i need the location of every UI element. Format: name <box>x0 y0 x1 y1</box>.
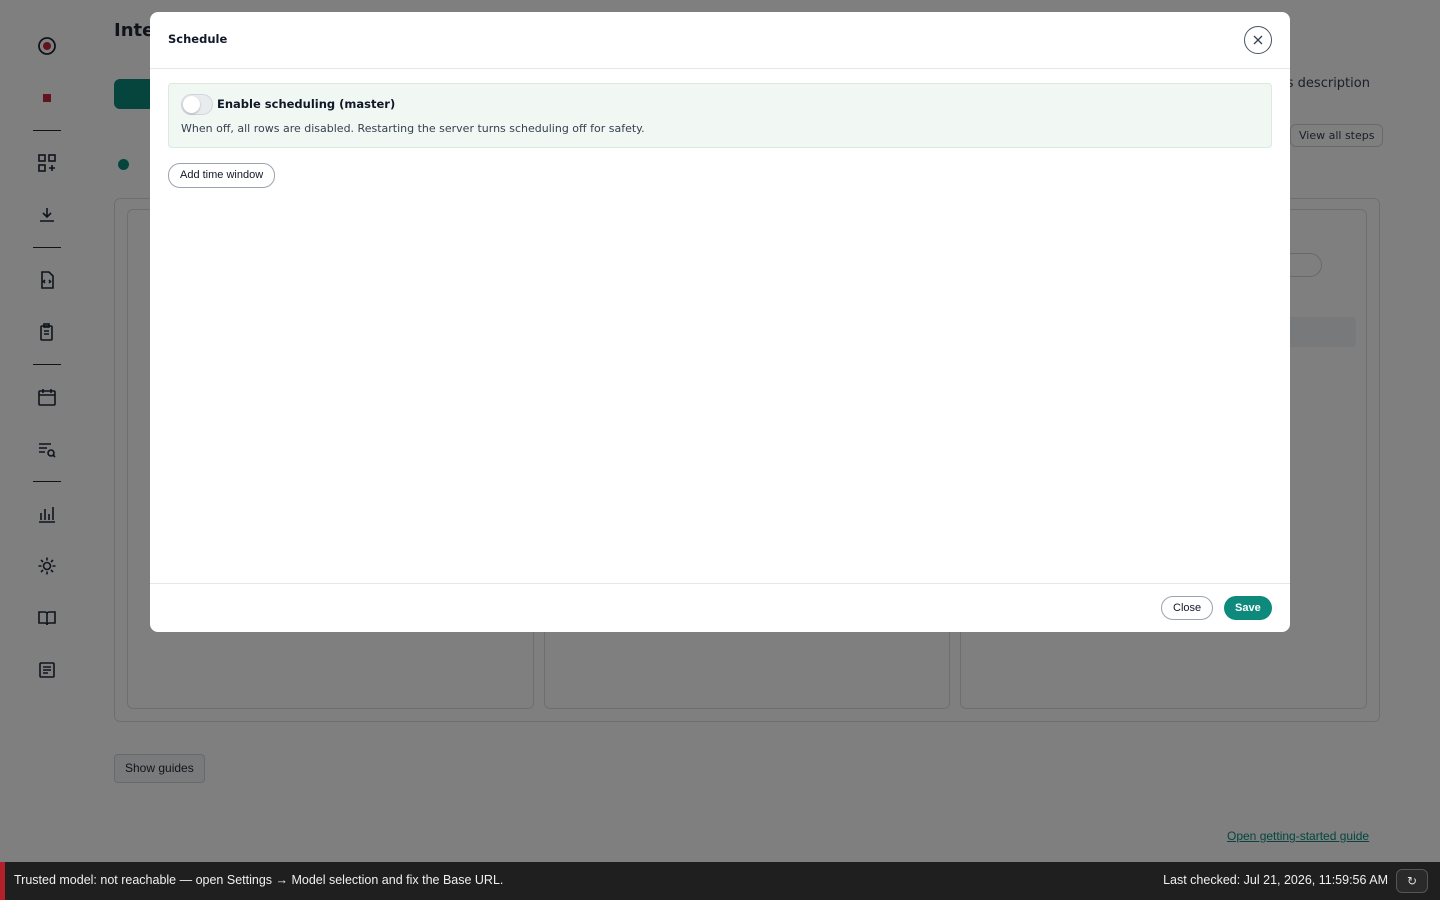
toggle-knob <box>183 96 200 113</box>
add-time-window-button[interactable]: Add time window <box>168 163 276 188</box>
scheduling-help-text: When off, all rows are disabled. Restart… <box>181 122 645 135</box>
status-bar: Trusted model: not reachable — open Sett… <box>0 862 1440 900</box>
dialog-title: Schedule <box>168 32 228 46</box>
schedule-dialog: Schedule Enable scheduling (master) When… <box>150 12 1290 632</box>
error-accent <box>0 862 5 900</box>
enable-scheduling-label: Enable scheduling (master) <box>217 97 396 111</box>
refresh-button[interactable]: ↻ <box>1396 869 1428 893</box>
save-button[interactable]: Save <box>1224 596 1272 620</box>
refresh-icon: ↻ <box>1406 874 1418 888</box>
close-icon[interactable] <box>1244 26 1272 54</box>
close-button[interactable]: Close <box>1161 596 1214 620</box>
last-checked-text: Last checked: Jul 21, 2026, 11:59:56 AM <box>1163 873 1388 887</box>
enable-scheduling-toggle[interactable] <box>181 94 213 115</box>
dialog-footer: Close Save <box>150 583 1290 632</box>
status-message: Trusted model: not reachable — open Sett… <box>14 873 504 887</box>
master-scheduling-panel: Enable scheduling (master) When off, all… <box>168 83 1272 148</box>
dialog-header: Schedule <box>150 12 1290 69</box>
